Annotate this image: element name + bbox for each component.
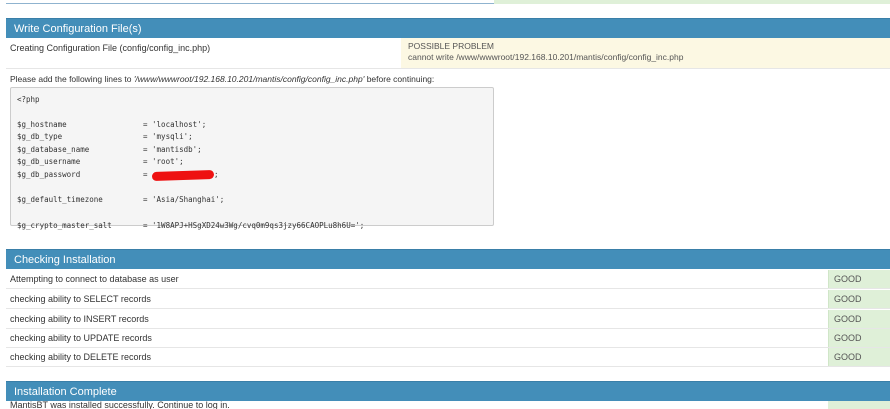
installation-complete-header: Installation Complete <box>6 381 890 401</box>
config-instruction: Please add the following lines to '/www/… <box>10 74 434 84</box>
status-good-badge: GOOD <box>828 290 890 308</box>
check-label: Attempting to connect to database as use… <box>10 274 179 284</box>
config-file-row: Creating Configuration File (config/conf… <box>6 38 890 69</box>
check-label: checking ability to INSERT records <box>10 314 149 324</box>
possible-problem-cell: POSSIBLE PROBLEM cannot write /www/wwwro… <box>401 38 890 68</box>
check-label: checking ability to SELECT records <box>10 294 151 304</box>
check-row: Attempting to connect to database as use… <box>6 270 890 289</box>
code-line-crypto-master-salt: $g_crypto_master_salt = '1W8APJ+HSgXD24w3… <box>17 208 487 230</box>
code-value: = 'Asia/Shanghai'; <box>143 195 225 204</box>
code-value: = '1W8APJ+HSgXD24w3Wg/cvq0m9qs3jzy66CAOP… <box>143 221 365 230</box>
instruction-path: '/www/wwwroot/192.168.10.201/mantis/conf… <box>133 74 365 84</box>
check-row: checking ability to UPDATE records GOOD <box>6 329 890 348</box>
code-value-suffix: ; <box>214 170 219 179</box>
status-good-badge: GOOD <box>828 270 890 288</box>
check-label: checking ability to UPDATE records <box>10 333 152 343</box>
checking-installation-header: Checking Installation <box>6 249 890 269</box>
code-value-redacted: = ; <box>143 169 219 181</box>
code-line-database-name: $g_database_name = 'mantisdb'; <box>17 132 487 154</box>
check-label: checking ability to DELETE records <box>10 352 152 362</box>
write-config-header: Write Configuration File(s) <box>6 18 890 38</box>
complete-status-cell <box>828 401 890 409</box>
code-line-default-timezone: $g_default_timezone = 'Asia/Shanghai'; <box>17 182 487 204</box>
code-key: $g_default_timezone <box>17 195 103 204</box>
possible-problem-title: POSSIBLE PROBLEM <box>408 41 494 51</box>
password-redaction-mark <box>151 169 215 181</box>
instruction-suffix: before continuing: <box>364 74 435 84</box>
code-key: $g_crypto_master_salt <box>17 221 112 230</box>
code-value-prefix: = <box>143 170 153 179</box>
status-good-badge: GOOD <box>828 310 890 328</box>
code-line-db-type: $g_db_type = 'mysqli'; <box>17 119 487 141</box>
check-row: checking ability to INSERT records GOOD <box>6 310 890 329</box>
code-line-db-username: $g_db_username = 'root'; <box>17 144 487 166</box>
previous-status-cell <box>494 0 890 4</box>
complete-row: MantisBT was installed successfully. Con… <box>6 401 890 409</box>
check-row: checking ability to DELETE records GOOD <box>6 348 890 367</box>
creating-config-label: Creating Configuration File (config/conf… <box>10 43 211 53</box>
top-divider <box>6 0 890 4</box>
config-code-block[interactable]: <?php $g_hostname = 'localhost'; $g_db_ty… <box>10 87 494 230</box>
complete-row-label: MantisBT was installed successfully. Con… <box>10 401 230 409</box>
php-open-tag: <?php <box>17 95 40 104</box>
check-row: checking ability to SELECT records GOOD <box>6 290 890 309</box>
status-good-badge: GOOD <box>828 348 890 366</box>
instruction-prefix: Please add the following lines to <box>10 74 134 84</box>
code-line-hostname: $g_hostname = 'localhost'; <box>17 107 487 129</box>
status-good-badge: GOOD <box>828 329 890 347</box>
code-line-db-password: $g_db_password = ; <box>17 157 487 181</box>
code-key: $g_db_password <box>17 170 81 179</box>
possible-problem-detail: cannot write /www/wwwroot/192.168.10.201… <box>408 52 684 62</box>
